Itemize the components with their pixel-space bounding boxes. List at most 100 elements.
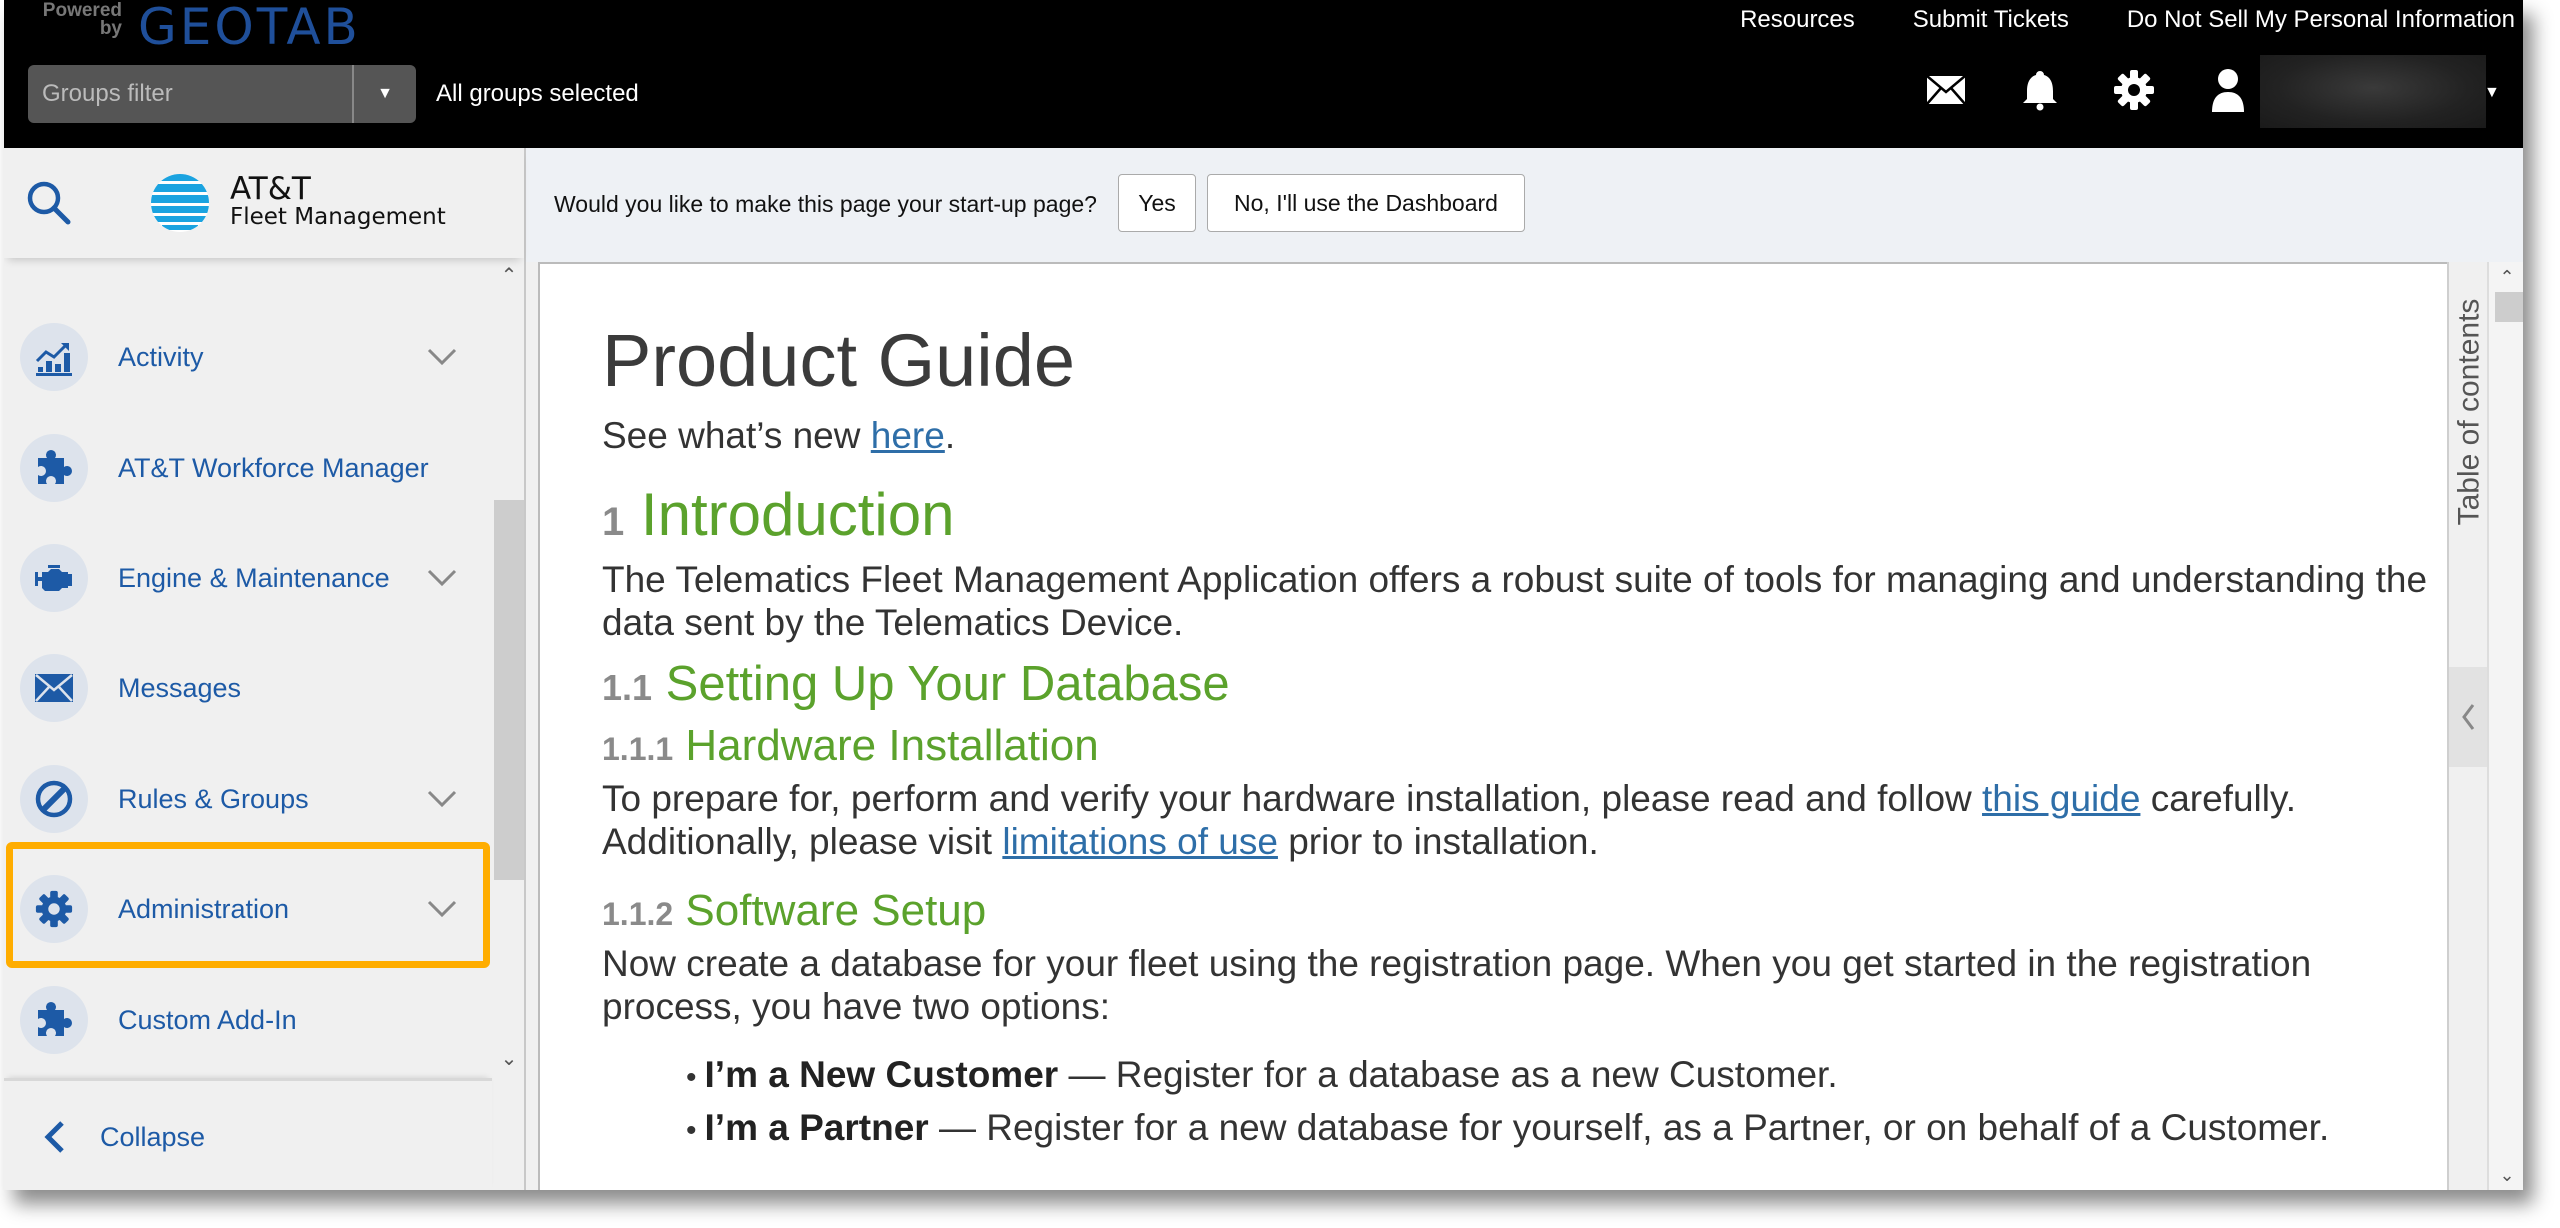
section-heading-hardware: 1.1.1 Hardware Installation <box>602 718 2442 777</box>
whats-new-paragraph: See what’s new here. <box>602 414 2442 457</box>
header-icons <box>1924 68 2250 112</box>
limitations-of-use-link[interactable]: limitations of use <box>1002 821 1278 862</box>
gear-icon <box>20 875 88 943</box>
page-title: Product Guide <box>602 319 1076 402</box>
option-title: I’m a New Customer <box>704 1054 1059 1095</box>
top-links: Resources Submit Tickets Do Not Sell My … <box>1740 6 2515 34</box>
software-paragraph: Now create a database for your fleet usi… <box>602 943 2312 1027</box>
sidebar-item-hidden[interactable] <box>4 258 492 278</box>
startup-question: Would you like to make this page your st… <box>554 191 1097 217</box>
registration-options: • I’m a New Customer — Register for a dat… <box>602 1050 2442 1156</box>
sidebar-item-workforce-manager[interactable]: AT&T Workforce Manager <box>4 413 492 523</box>
user-name-redacted[interactable] <box>2260 55 2486 128</box>
puzzle-icon <box>20 986 88 1054</box>
mail-icon[interactable] <box>1924 68 1968 112</box>
caret-down-icon: ▼ <box>377 85 393 102</box>
list-item: • I’m a New Customer — Register for a dat… <box>686 1050 2442 1103</box>
section-title: Software Setup <box>685 886 987 935</box>
do-not-sell-link[interactable]: Do Not Sell My Personal Information <box>2127 6 2515 34</box>
this-guide-link[interactable]: this guide <box>1982 778 2140 819</box>
att-globe-logo <box>150 172 210 239</box>
section-number: 1.1.1 <box>602 731 674 767</box>
section-heading-introduction: 1 Introduction <box>602 479 2442 558</box>
use-dashboard-button[interactable]: No, I'll use the Dashboard <box>1207 174 1525 232</box>
att-fleet-logo-text: AT&T Fleet Management <box>230 171 446 231</box>
list-item: • I’m a Partner — Register for a new data… <box>686 1103 2442 1156</box>
text: To prepare for, perform and verify your … <box>602 778 1983 819</box>
text: prior to installation. <box>1277 821 1599 862</box>
chevron-down-icon[interactable] <box>422 790 462 808</box>
fleet-management-brand: Fleet Management <box>230 204 446 230</box>
startup-page-prompt: Would you like to make this page your st… <box>526 148 2523 262</box>
section-title: Introduction <box>640 481 955 548</box>
whats-new-text: See what’s new <box>602 415 871 456</box>
yes-button[interactable]: Yes <box>1118 174 1196 232</box>
sidebar-nav: Activity AT&T Workforce Manager Engine &… <box>4 258 492 1078</box>
groups-filter[interactable]: Groups filter ▼ <box>28 65 416 123</box>
scroll-down-icon[interactable]: ⌄ <box>2489 1160 2523 1190</box>
chevron-left-icon <box>2462 704 2475 730</box>
groups-status: All groups selected <box>436 80 639 107</box>
sidebar-item-engine-maintenance[interactable]: Engine & Maintenance <box>4 523 492 633</box>
section-heading-database: 1.1 Setting Up Your Database <box>602 654 2442 718</box>
chart-icon <box>20 323 88 391</box>
option-text: — Register for a new database for yourse… <box>928 1107 2330 1148</box>
search-icon[interactable] <box>26 180 72 231</box>
by-text: by <box>99 18 122 39</box>
sidebar-item-rules-groups[interactable]: Rules & Groups <box>4 744 492 854</box>
section-heading-software: 1.1.2 Software Setup <box>602 883 2442 942</box>
intro-paragraph: The Telematics Fleet Management Applicat… <box>602 559 2428 643</box>
hardware-paragraph: To prepare for, perform and verify your … <box>602 777 2442 863</box>
content-scrollbar-thumb[interactable] <box>2495 292 2523 322</box>
user-icon[interactable] <box>2206 68 2250 112</box>
table-of-contents-panel[interactable]: Table of contents <box>2447 262 2487 1190</box>
sidebar-item-administration[interactable]: Administration <box>4 854 492 964</box>
chevron-down-icon[interactable] <box>422 348 462 366</box>
bullet: • <box>686 1061 697 1094</box>
user-menu-caret-icon[interactable]: ▼ <box>2484 84 2500 102</box>
section-number: 1.1.2 <box>602 896 674 932</box>
sidebar-item-label: AT&T Workforce Manager <box>118 452 429 483</box>
toc-label[interactable]: Table of contents <box>2451 282 2487 542</box>
scroll-down-icon[interactable]: ⌄ <box>494 1043 524 1073</box>
toc-label-text: Table of contents <box>2452 298 2486 526</box>
bell-icon[interactable] <box>2018 68 2062 112</box>
section-title: Setting Up Your Database <box>665 657 1230 711</box>
period: . <box>944 415 956 456</box>
top-header: Powered by GEOTAB Resources Submit Ticke… <box>4 0 2523 148</box>
toc-expand-button[interactable] <box>2449 667 2487 767</box>
sidebar-item-label: Custom Add-In <box>118 1004 297 1035</box>
sidebar-item-custom-add-in[interactable]: Custom Add-In <box>4 965 492 1075</box>
option-title: I’m a Partner <box>704 1107 929 1148</box>
section-number: 1 <box>602 500 625 544</box>
sidebar-scrollbar-thumb[interactable] <box>494 500 524 880</box>
whats-new-link[interactable]: here <box>871 415 945 456</box>
submit-tickets-link[interactable]: Submit Tickets <box>1913 6 2069 34</box>
sidebar-logo-row: AT&T Fleet Management <box>4 148 524 258</box>
sidebar-item-label: Engine & Maintenance <box>118 562 390 593</box>
att-brand: AT&T <box>230 171 311 207</box>
resources-link[interactable]: Resources <box>1740 6 1855 34</box>
rules-icon <box>20 765 88 833</box>
engine-icon <box>20 544 88 612</box>
gear-icon[interactable] <box>2112 68 2156 112</box>
scroll-up-icon[interactable]: ⌃ <box>494 260 524 290</box>
envelope-icon <box>20 654 88 722</box>
scroll-up-icon[interactable]: ⌃ <box>2489 262 2523 292</box>
chevron-left-icon <box>34 1120 74 1154</box>
section-number: 1.1 <box>602 667 653 708</box>
option-text: — Register for a database as a new Custo… <box>1058 1054 1838 1095</box>
content-scrollbar[interactable]: ⌃ ⌄ <box>2487 262 2523 1190</box>
chevron-down-icon[interactable] <box>422 569 462 587</box>
collapse-button[interactable]: Collapse <box>4 1078 492 1190</box>
sidebar-item-activity[interactable]: Activity <box>4 302 492 412</box>
geotab-logo: GEOTAB <box>138 0 361 56</box>
chevron-down-icon[interactable] <box>422 900 462 918</box>
product-guide-content[interactable]: Product Guide See what’s new here. 1 Int… <box>538 262 2449 1190</box>
groups-filter-dropdown-button[interactable]: ▼ <box>352 65 416 123</box>
document: Product Guide See what’s new here. 1 Int… <box>602 318 2442 1156</box>
sidebar-item-label: Rules & Groups <box>118 783 309 814</box>
groups-filter-input[interactable]: Groups filter <box>28 65 352 123</box>
bullet: • <box>686 1114 697 1147</box>
sidebar-item-messages[interactable]: Messages <box>4 633 492 743</box>
